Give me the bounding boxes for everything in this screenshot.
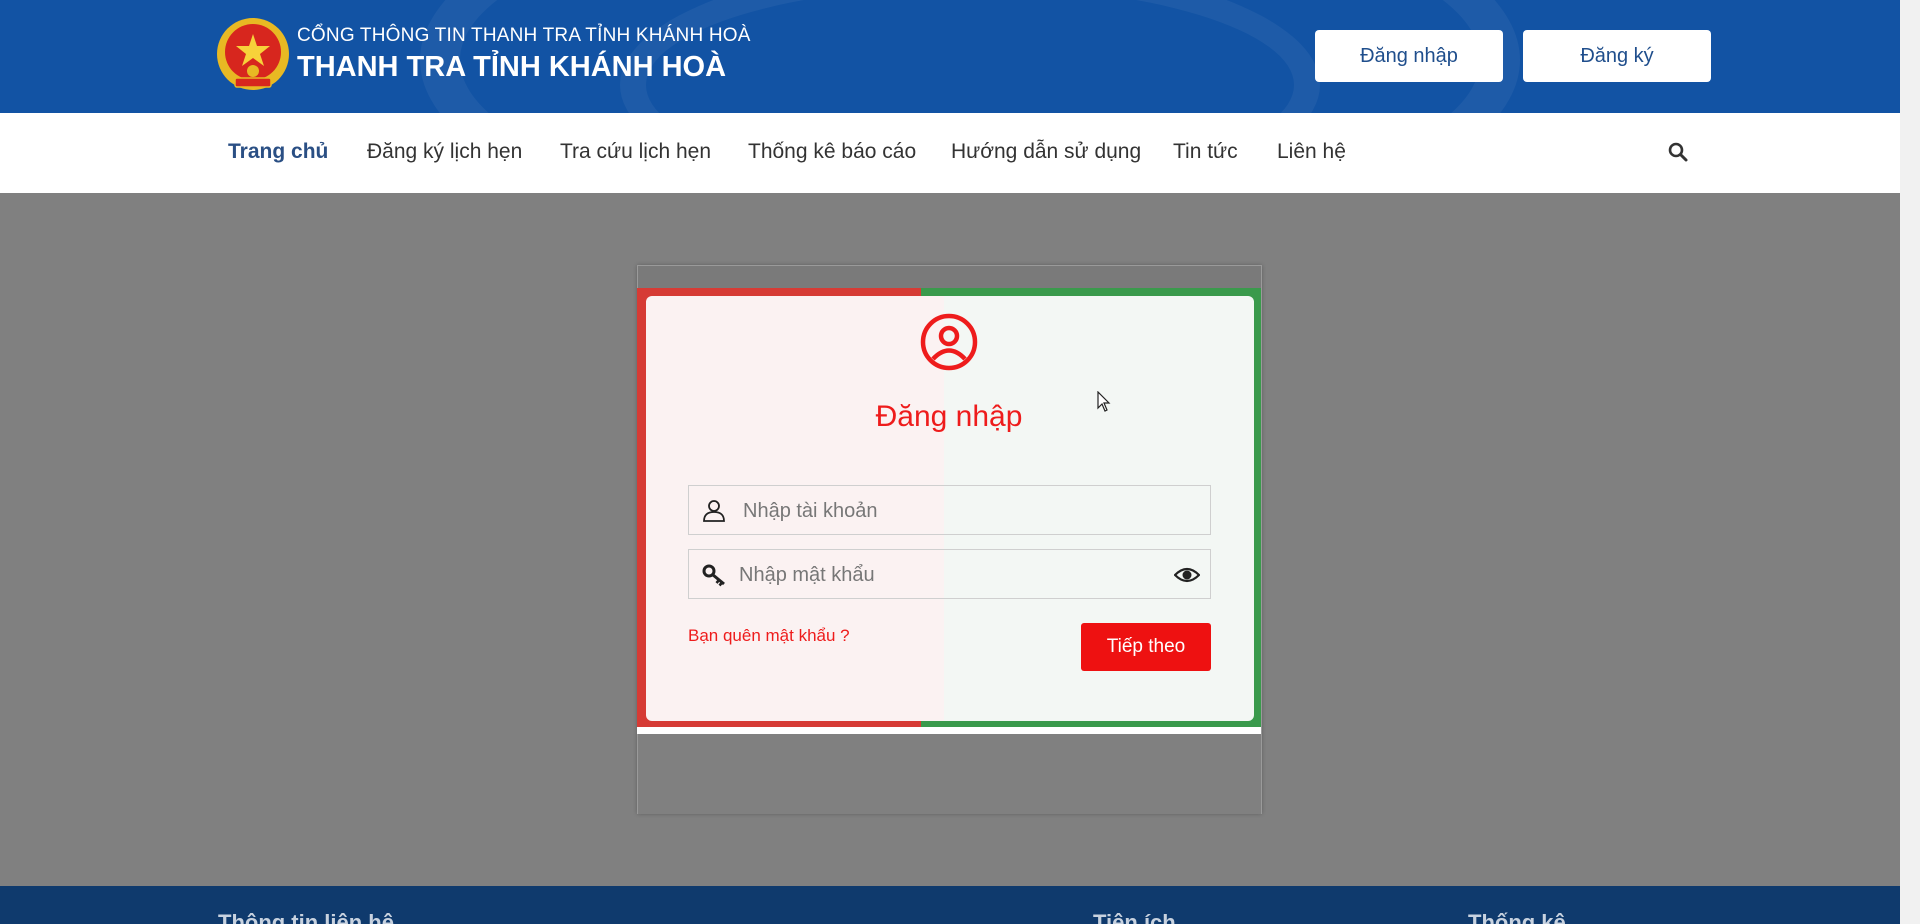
forgot-password-link[interactable]: Bạn quên mật khẩu ?	[688, 626, 850, 646]
nav-item-lookup-appointment[interactable]: Tra cứu lịch hẹn	[560, 140, 711, 164]
card-bottom-area	[638, 734, 1261, 814]
site-title[interactable]: THANH TRA TỈNH KHÁNH HOÀ	[297, 51, 726, 84]
username-field[interactable]: Nhập tài khoản	[688, 485, 1211, 535]
user-icon	[703, 500, 725, 522]
header-login-button[interactable]: Đăng nhập	[1315, 30, 1503, 82]
search-icon[interactable]	[1667, 141, 1689, 163]
page-scrollbar[interactable]	[1900, 0, 1920, 924]
site-subtitle: CỔNG THÔNG TIN THANH TRA TỈNH KHÁNH HOÀ	[297, 25, 751, 46]
login-title: Đăng nhập	[875, 400, 1023, 433]
footer-heading-stats: Thống kê	[1468, 910, 1566, 924]
main-nav: Trang chủ Đăng ký lịch hẹn Tra cứu lịch …	[0, 113, 1920, 193]
next-button[interactable]: Tiếp theo	[1081, 623, 1211, 671]
mouse-cursor-icon	[1097, 391, 1111, 412]
key-icon	[702, 564, 725, 587]
nav-item-home[interactable]: Trang chủ	[228, 140, 328, 164]
nav-item-report-stats[interactable]: Thống kê báo cáo	[748, 140, 916, 164]
nav-item-register-appointment[interactable]: Đăng ký lịch hẹn	[367, 140, 522, 164]
nav-item-contact[interactable]: Liên hệ	[1277, 140, 1346, 164]
footer-heading-contact: Thông tin liên hệ	[218, 910, 394, 924]
password-field[interactable]: Nhập mật khẩu	[688, 549, 1211, 599]
national-emblem-logo[interactable]	[213, 16, 293, 96]
top-header: CỔNG THÔNG TIN THANH TRA TỈNH KHÁNH HOÀ …	[0, 0, 1920, 113]
nav-item-news[interactable]: Tin tức	[1173, 140, 1238, 164]
nav-item-user-guide[interactable]: Hướng dẫn sử dụng	[951, 140, 1141, 164]
password-placeholder: Nhập mật khẩu	[739, 564, 875, 586]
user-circle-icon	[920, 313, 978, 371]
footer-heading-utilities: Tiện ích	[1093, 910, 1176, 924]
header-register-button[interactable]: Đăng ký	[1523, 30, 1711, 82]
username-placeholder: Nhập tài khoản	[743, 500, 878, 522]
footer: Thông tin liên hệ Tiện ích Thống kê	[0, 886, 1900, 924]
eye-icon[interactable]	[1174, 564, 1200, 586]
